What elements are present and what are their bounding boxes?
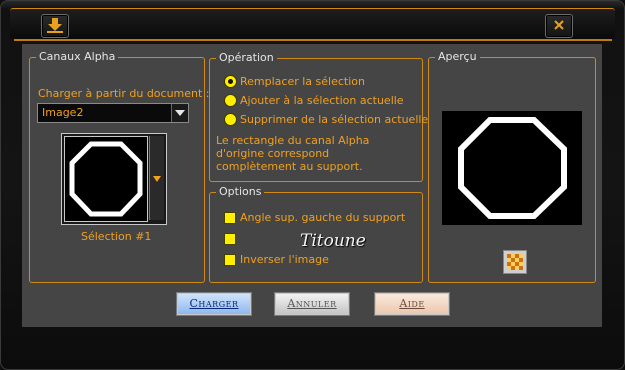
chevron-down-icon bbox=[175, 110, 185, 116]
checkbox-invert-image[interactable] bbox=[224, 254, 236, 266]
document-select-value: Image2 bbox=[42, 106, 84, 119]
close-icon bbox=[554, 20, 564, 30]
title-bar bbox=[10, 8, 615, 39]
checkbox-second-option[interactable] bbox=[224, 233, 236, 245]
checker-icon bbox=[507, 254, 523, 270]
document-select[interactable]: Image2 bbox=[37, 103, 189, 123]
checkbox-top-left-corner[interactable] bbox=[224, 212, 236, 224]
octagon-thumbnail bbox=[69, 141, 143, 217]
alpha-channel-list[interactable] bbox=[61, 133, 167, 225]
titoune-watermark: Titoune bbox=[300, 231, 366, 251]
operation-info-line-2: d'origine correspond bbox=[216, 147, 330, 160]
help-button[interactable]: Aide bbox=[375, 293, 449, 315]
radio-add-selection[interactable] bbox=[224, 94, 237, 107]
channel-list-scrollbar[interactable] bbox=[149, 136, 164, 220]
cancel-button[interactable]: Annuler bbox=[275, 293, 349, 315]
close-button[interactable] bbox=[545, 14, 573, 38]
preview-canvas bbox=[442, 111, 582, 225]
options-legend: Options bbox=[216, 185, 265, 199]
radio-replace-selection[interactable] bbox=[224, 75, 237, 88]
load-from-document-label: Charger à partir du document : bbox=[38, 87, 210, 100]
alpha-channel-thumbnail[interactable] bbox=[64, 136, 148, 222]
operation-info-line-3: complètement au support. bbox=[216, 160, 363, 173]
operation-info-line-1: Le rectangle du canal Alpha bbox=[216, 134, 370, 147]
preview-legend: Aperçu bbox=[435, 50, 480, 64]
operation-legend: Opération bbox=[216, 51, 277, 65]
octagon-preview bbox=[458, 117, 567, 219]
checkbox-invert-image-label[interactable]: Inverser l'image bbox=[240, 253, 329, 266]
preview-toggle-button[interactable] bbox=[503, 250, 527, 274]
radio-add-selection-label[interactable]: Ajouter à la sélection actuelle bbox=[240, 94, 404, 107]
scroll-down-icon bbox=[153, 176, 161, 182]
radio-replace-selection-label[interactable]: Remplacer la sélection bbox=[240, 75, 365, 88]
alpha-channels-legend: Canaux Alpha bbox=[36, 50, 119, 64]
checkbox-top-left-corner-label[interactable]: Angle sup. gauche du support bbox=[240, 211, 405, 224]
title-bar-divider bbox=[14, 39, 612, 41]
title-menu-button[interactable] bbox=[41, 14, 69, 38]
operation-info-text: Le rectangle du canal Alpha d'origine co… bbox=[216, 134, 369, 173]
download-arrow-icon bbox=[47, 18, 63, 33]
radio-subtract-selection-label[interactable]: Supprimer de la sélection actuelle bbox=[240, 113, 428, 126]
load-button[interactable]: Charger bbox=[177, 293, 251, 315]
selection-label: Sélection #1 bbox=[81, 230, 152, 243]
document-select-toggle[interactable] bbox=[171, 104, 188, 122]
radio-subtract-selection[interactable] bbox=[224, 113, 237, 126]
